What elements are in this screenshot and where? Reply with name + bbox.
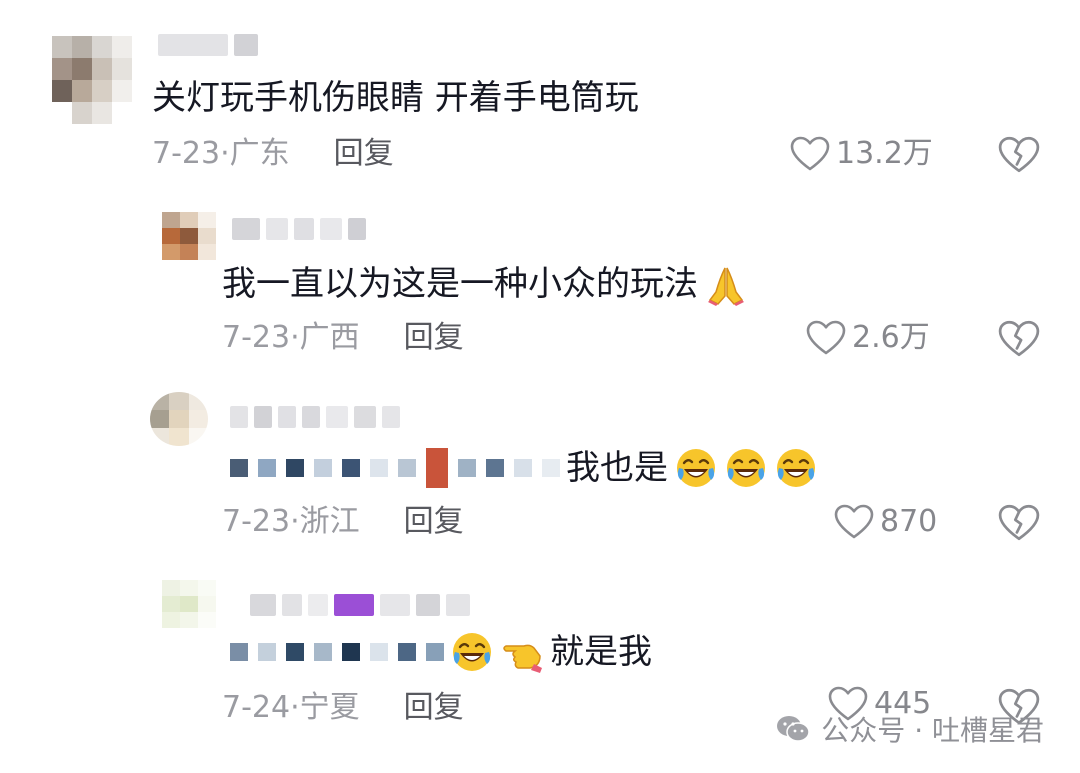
blurred-mention <box>230 643 444 661</box>
comment-region: 浙江 <box>299 504 360 539</box>
avatar[interactable] <box>162 212 216 260</box>
avatar[interactable] <box>162 580 216 628</box>
like-button[interactable]: 870 <box>834 504 937 540</box>
like-button[interactable]: 13.2万 <box>790 136 933 172</box>
like-count: 870 <box>880 504 938 539</box>
comment-region: 广西 <box>299 320 360 355</box>
rolling-laughing-emoji <box>724 446 768 490</box>
comment-date: 7-23 <box>222 504 291 539</box>
comment-text-content: 关灯玩手机伤眼睛 开着手电筒玩 <box>152 78 639 118</box>
comment-date: 7-23 <box>222 320 291 355</box>
broken-heart-icon[interactable] <box>998 134 1040 176</box>
broken-heart-icon[interactable] <box>998 502 1040 544</box>
username-blurred[interactable] <box>250 590 470 620</box>
comment-region: 宁夏 <box>299 690 360 725</box>
comment-text: 我也是 <box>230 446 818 490</box>
meta-separator: · <box>290 690 300 725</box>
comment-text: 关灯玩手机伤眼睛 开着手电筒玩 <box>152 76 639 120</box>
comment-date: 7-23 <box>152 136 221 171</box>
comment-text-content: 我一直以为这是一种小众的玩法 <box>222 264 698 304</box>
watermark-text: 公众号 · 吐槽星君 <box>821 714 1044 747</box>
heart-outline-icon <box>790 136 830 172</box>
comment-text: 就是我 <box>230 630 652 674</box>
comment-text-content: 我也是 <box>566 448 668 488</box>
wechat-watermark: 公众号 · 吐槽星君 <box>775 709 1044 749</box>
heart-outline-icon <box>834 504 874 540</box>
broken-heart-icon[interactable] <box>998 318 1040 360</box>
comment-text: 我一直以为这是一种小众的玩法 <box>222 262 748 306</box>
heart-outline-icon <box>806 320 846 356</box>
comment-text-content: 就是我 <box>550 632 652 672</box>
backhand-index-pointing-left-emoji <box>500 630 544 674</box>
rolling-laughing-emoji <box>450 630 494 674</box>
like-count: 2.6万 <box>852 320 930 355</box>
reply-button[interactable]: 回复 <box>334 136 394 172</box>
comment-date: 7-24 <box>222 690 291 725</box>
comment-region: 广东 <box>229 136 290 171</box>
username-blurred[interactable] <box>158 30 258 60</box>
blurred-mention <box>230 448 560 488</box>
reply-button[interactable]: 回复 <box>404 690 464 726</box>
meta-separator: · <box>220 136 230 171</box>
meta-separator: · <box>290 320 300 355</box>
comment-meta: 7-24 · 宁夏 回复 <box>222 690 464 726</box>
avatar[interactable] <box>150 392 208 446</box>
avatar[interactable] <box>52 36 132 126</box>
comment-meta: 7-23 · 浙江 回复 <box>222 504 464 540</box>
like-button[interactable]: 2.6万 <box>806 320 930 356</box>
rolling-laughing-emoji <box>674 446 718 490</box>
reply-button[interactable]: 回复 <box>404 320 464 356</box>
reply-button[interactable]: 回复 <box>404 504 464 540</box>
folded-hands-emoji <box>704 262 748 306</box>
meta-separator: · <box>290 504 300 539</box>
comment-meta: 7-23 · 广东 回复 <box>152 136 394 172</box>
username-blurred[interactable] <box>230 402 400 432</box>
comment-meta: 7-23 · 广西 回复 <box>222 320 464 356</box>
username-blurred[interactable] <box>232 214 366 244</box>
wechat-icon <box>777 716 811 742</box>
like-count: 13.2万 <box>836 136 933 171</box>
rolling-laughing-emoji <box>774 446 818 490</box>
